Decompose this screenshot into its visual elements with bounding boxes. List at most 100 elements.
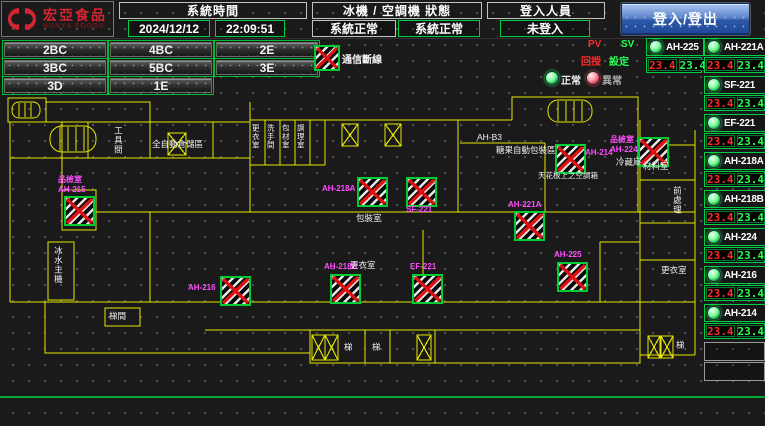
unit-row-ah-218b[interactable]: AH-218B: [704, 190, 765, 208]
unit-marker-ah-218a[interactable]: [357, 177, 388, 207]
room-label: 調理室: [296, 124, 304, 150]
floor-button-2bc[interactable]: 2BC: [4, 42, 106, 57]
abnormal-label: 異常: [602, 72, 622, 87]
elevator-icons: [168, 124, 673, 360]
unit-led-icon: [707, 306, 721, 320]
marker-room-label: 品檢室: [610, 136, 634, 145]
sv-name-label: 設定: [609, 53, 629, 68]
unit-name: EF-221: [724, 118, 755, 129]
normal-led-icon: [545, 71, 559, 85]
abnormal-led-icon: [586, 71, 600, 85]
room-label: 工具間: [113, 126, 122, 155]
unit-pv-value: 23.4: [706, 249, 735, 261]
marker-label: AH-218A: [322, 185, 355, 194]
brand-subname: HUNYA FOODS: [43, 23, 107, 30]
unit-marker-ah-225[interactable]: [557, 262, 588, 292]
unit-sv-value: 23.4: [737, 59, 765, 71]
room-label: 糖果自動包裝區: [496, 146, 556, 155]
unit-sv-value: 23.4: [737, 97, 765, 109]
unit-sv-value: 23.4: [737, 211, 765, 223]
marker-label: AH-224: [610, 146, 638, 155]
unit-marker-ah-216[interactable]: [220, 276, 251, 306]
unit-pv-value: 23.4: [706, 59, 735, 71]
unit-pv-value: 23.4: [706, 287, 735, 299]
floor-button-3bc[interactable]: 3BC: [4, 60, 106, 75]
unit-led-icon: [707, 268, 721, 282]
login-logout-button[interactable]: 登入/登出: [621, 3, 750, 35]
unit-name: AH-224: [724, 232, 757, 243]
comm-offline-label: 通信斷線: [342, 51, 382, 66]
unit-row-ah-218a[interactable]: AH-218A: [704, 152, 765, 170]
ahu-status-value: 系統正常: [398, 20, 480, 37]
unit-values-ah-225: 23.423.4: [646, 57, 702, 73]
unit-name: SF-221: [724, 80, 755, 91]
unit-pv-value: 23.4: [706, 97, 735, 109]
pv-label: PV: [588, 39, 601, 50]
unit-row-ah-224[interactable]: AH-224: [704, 228, 765, 246]
unit-sv-value: 23.4: [737, 325, 765, 337]
login-status-value: 未登入: [500, 20, 590, 37]
unit-row-sf-221[interactable]: SF-221: [704, 76, 765, 94]
unit-led-icon: [707, 116, 721, 130]
unit-pv-value: 23.4: [648, 59, 677, 71]
floor-button-5bc[interactable]: 5BC: [110, 60, 212, 75]
unit-marker-ah-214[interactable]: [555, 144, 586, 174]
brand-logo-icon: [5, 4, 39, 34]
marker-label: AH-225: [554, 251, 582, 260]
nav-bar: 空調系統 空調箱系統 參數設定 儀表監視 密碼權限 異常警報: [0, 398, 765, 426]
unit-marker-ef-221[interactable]: [412, 274, 443, 304]
header: 宏亞食品 HUNYA FOODS 系統時間 2024/12/12 22:09:5…: [0, 0, 765, 39]
brand-logo: 宏亞食品 HUNYA FOODS: [1, 1, 114, 37]
unit-led-icon: [707, 40, 721, 54]
marker-label: EF-221: [410, 263, 436, 272]
floor-button-3e[interactable]: 3E: [216, 60, 318, 75]
unit-name: AH-221A: [724, 42, 764, 53]
room-label: 前處理: [672, 186, 681, 215]
room-label: 梯間: [109, 312, 126, 321]
unit-row-ah-214[interactable]: AH-214: [704, 304, 765, 322]
room-label: 更衣室: [251, 124, 259, 150]
unit-sv-value: 23.4: [737, 287, 765, 299]
unit-sv-value: 23.4: [737, 135, 765, 147]
unit-marker-ah-215[interactable]: [64, 196, 95, 226]
sv-label: SV: [621, 39, 634, 50]
unit-led-icon: [707, 230, 721, 244]
chiller-status-value: 系統正常: [312, 20, 396, 37]
floor-button-2e[interactable]: 2E: [216, 42, 318, 57]
unit-pv-value: 23.4: [706, 135, 735, 147]
room-label: 天花板上之空調箱: [538, 172, 598, 180]
unit-led-icon: [707, 154, 721, 168]
empty-slot: [704, 362, 765, 381]
unit-sv-value: 23.4: [679, 59, 708, 71]
marker-label: AH-221A: [508, 201, 541, 210]
unit-row-ef-221[interactable]: EF-221: [704, 114, 765, 132]
unit-marker-ah-218b[interactable]: [330, 274, 361, 304]
room-label: 更衣室: [661, 266, 687, 275]
marker-room-label: 品檢室: [58, 176, 82, 185]
chiller-ahu-status-title: 冰機 / 空調機 狀態: [312, 2, 482, 19]
marker-label: AH-216: [188, 284, 216, 293]
unit-marker-ah-221a[interactable]: [514, 211, 545, 241]
unit-name: AH-216: [724, 270, 757, 281]
system-date-value: 2024/12/12: [128, 20, 210, 37]
unit-name: AH-225: [666, 42, 699, 53]
unit-name: AH-218A: [724, 156, 764, 167]
pv-name-label: 回授: [581, 53, 601, 68]
unit-pv-value: 23.4: [706, 173, 735, 185]
unit-sv-value: 23.4: [737, 249, 765, 261]
room-label: 冰水主機: [53, 246, 62, 284]
unit-pv-value: 23.4: [706, 211, 735, 223]
login-user-title: 登入人員: [487, 2, 605, 19]
unit-marker-sf-221[interactable]: [406, 177, 437, 207]
brand-name: 宏亞食品: [43, 8, 107, 23]
unit-name: AH-214: [724, 308, 757, 319]
floor-button-4bc[interactable]: 4BC: [110, 42, 212, 57]
room-label: 更衣室: [350, 261, 376, 270]
unit-row-ah-225[interactable]: AH-225: [646, 38, 704, 56]
room-label: 包材室: [281, 124, 289, 150]
unit-row-ah-221a[interactable]: AH-221A: [704, 38, 765, 56]
room-label: 洗手間: [266, 124, 274, 150]
unit-row-ah-216[interactable]: AH-216: [704, 266, 765, 284]
unit-led-icon: [649, 40, 663, 54]
unit-led-icon: [707, 78, 721, 92]
